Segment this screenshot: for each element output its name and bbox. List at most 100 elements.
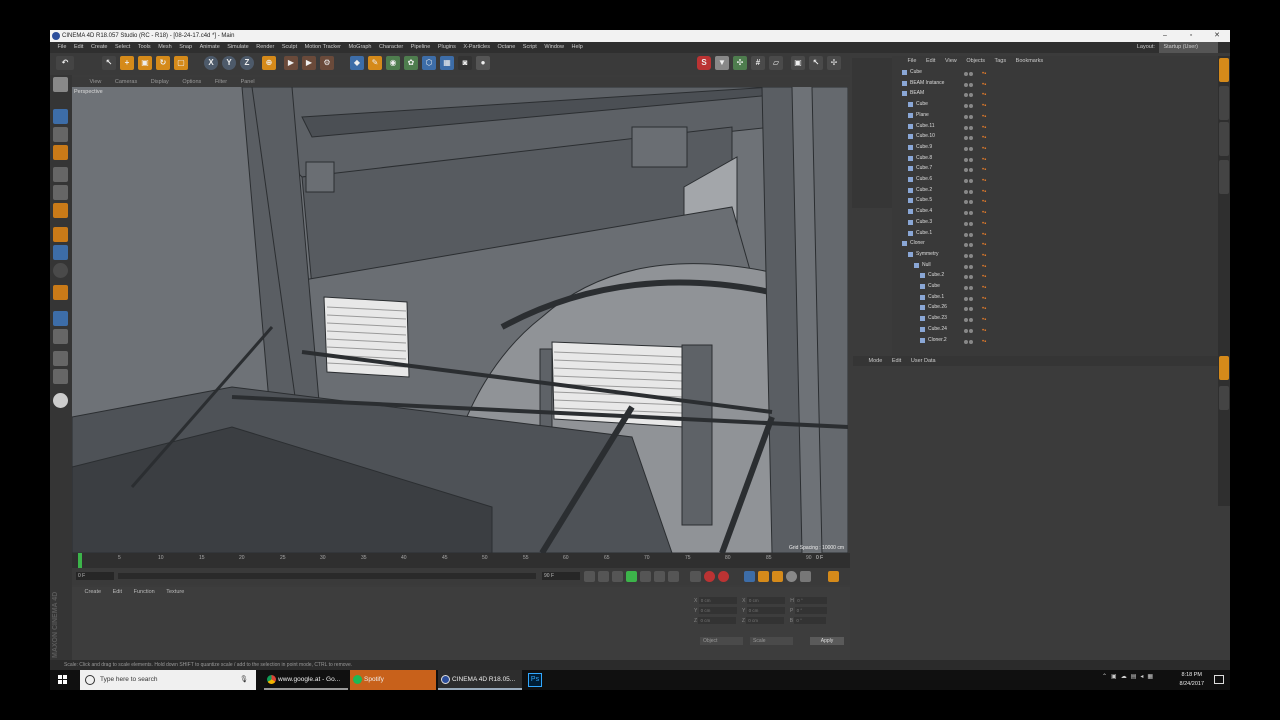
object-row[interactable]: Cube.4 •▪ [892, 206, 1220, 217]
object-row[interactable]: Cloner •▪ [892, 238, 1220, 249]
menu-octane[interactable]: Octane [495, 42, 519, 53]
menu-plugins[interactable]: Plugins [435, 42, 459, 53]
rotate-tool-icon[interactable]: ↻ [156, 56, 170, 70]
tweak-mode-icon[interactable] [53, 245, 68, 260]
playhead[interactable] [78, 553, 82, 568]
record-active-icon[interactable] [690, 571, 701, 582]
end-frame-field[interactable]: 90 F [542, 572, 580, 580]
viewport-menu-options[interactable]: Options [176, 77, 207, 87]
start-frame-field[interactable]: 0 F [76, 572, 114, 580]
windows-start-button[interactable] [50, 670, 74, 690]
tab-objects[interactable] [1219, 58, 1229, 82]
menu-character[interactable]: Character [376, 42, 406, 53]
make-editable-icon[interactable] [53, 77, 68, 92]
notification-icon[interactable] [1214, 675, 1224, 684]
rotation-b-field[interactable]: 0 ° [794, 617, 827, 625]
tool-slot[interactable] [854, 170, 890, 179]
taskbar-clock[interactable]: 8:18 PM 8/24/2017 [1180, 671, 1204, 689]
object-row[interactable]: Cube.26 •▪ [892, 302, 1220, 313]
menu-x-particles[interactable]: X-Particles [460, 42, 493, 53]
maximize-button[interactable]: ▫ [1180, 30, 1202, 42]
visibility-toggle[interactable] [964, 113, 976, 119]
attribute-menu-edit[interactable]: Edit [888, 356, 905, 366]
visibility-toggle[interactable] [964, 145, 976, 151]
object-row[interactable]: Cube •▪ [892, 67, 1220, 78]
scale-tool-icon[interactable]: ▣ [138, 56, 152, 70]
object-row[interactable]: Symmetry •▪ [892, 249, 1220, 260]
tool-slot[interactable] [854, 98, 890, 107]
go-to-start-icon[interactable] [584, 571, 595, 582]
size-x-field[interactable]: 0 cm [746, 597, 785, 605]
axis-mode-icon[interactable] [53, 227, 68, 242]
menu-animate[interactable]: Animate [197, 42, 223, 53]
system-tray-icons[interactable]: ⌃▣☁▤◂▦ [1102, 673, 1157, 680]
viewport-menu-filter[interactable]: Filter [209, 77, 233, 87]
autokey-icon[interactable] [718, 571, 729, 582]
attribute-menu-mode[interactable]: Mode [865, 356, 887, 366]
visibility-toggle[interactable] [964, 338, 976, 344]
visibility-toggle[interactable] [964, 188, 976, 194]
object-row[interactable]: BEAM •▪ [892, 88, 1220, 99]
object-menu-edit[interactable]: Edit [922, 56, 939, 66]
subdivision-icon[interactable]: ◉ [386, 56, 400, 70]
rotation-h-field[interactable]: 0 ° [795, 597, 828, 605]
object-row[interactable]: Cube.1 •▪ [892, 228, 1220, 239]
apply-button[interactable]: Apply [810, 637, 844, 645]
tool-slot[interactable] [854, 194, 890, 203]
menu-select[interactable]: Select [112, 42, 133, 53]
object-row[interactable]: Cube.9 •▪ [892, 142, 1220, 153]
object-row[interactable]: Cube.5 •▪ [892, 195, 1220, 206]
polygons-mode-icon[interactable] [53, 203, 68, 218]
taskbar-item-chrome[interactable]: www.google.at - Go... [264, 670, 348, 690]
menu-motion-tracker[interactable]: Motion Tracker [302, 42, 344, 53]
object-row[interactable]: Cube.1 •▪ [892, 292, 1220, 303]
visibility-toggle[interactable] [964, 327, 976, 333]
edges-mode-icon[interactable] [53, 185, 68, 200]
tool-slot[interactable] [854, 110, 890, 119]
taskbar-item-spotify[interactable]: Spotify [350, 670, 436, 690]
tool-slot[interactable] [854, 182, 890, 191]
gear-icon[interactable]: ✢ [827, 56, 841, 70]
snap-icon[interactable]: ✣ [733, 56, 747, 70]
tab-takes[interactable] [1219, 86, 1229, 120]
layout-dropdown[interactable]: Startup (User) [1159, 42, 1218, 53]
menu-edit[interactable]: Edit [71, 42, 86, 53]
visibility-toggle[interactable] [964, 81, 976, 87]
viewport-menu-panel[interactable]: Panel [235, 77, 261, 87]
object-tags[interactable]: •▪ [982, 337, 986, 348]
cube-primitive-icon[interactable]: ◆ [350, 56, 364, 70]
visibility-toggle[interactable] [964, 263, 976, 269]
menu-tools[interactable]: Tools [135, 42, 154, 53]
visibility-toggle[interactable] [964, 252, 976, 258]
visibility-toggle[interactable] [964, 198, 976, 205]
z-axis-lock-button[interactable]: Z [240, 56, 254, 70]
tool-slot[interactable] [854, 74, 890, 83]
taskbar-item-cinema4d[interactable]: CINEMA 4D R18.05... [438, 670, 522, 690]
timeline-ruler[interactable]: 0 5 10 15 20 25 30 35 40 45 50 55 60 65 … [72, 553, 850, 568]
solo-icon[interactable] [53, 329, 68, 344]
menu-help[interactable]: Help [568, 42, 585, 53]
visibility-toggle[interactable] [964, 124, 976, 130]
photoshop-icon[interactable]: Ps [528, 673, 542, 687]
x-axis-lock-button[interactable]: X [204, 56, 218, 70]
tool-slot[interactable] [854, 158, 890, 167]
size-mode-dropdown[interactable]: Scale [750, 637, 793, 645]
tab-structure[interactable] [1219, 160, 1229, 194]
visibility-toggle[interactable] [964, 209, 976, 216]
visibility-toggle[interactable] [964, 231, 976, 237]
rotation-p-field[interactable]: 0 ° [794, 607, 827, 615]
key-pla-icon[interactable] [800, 571, 811, 582]
visibility-toggle[interactable] [964, 295, 976, 301]
visibility-toggle[interactable] [964, 156, 976, 162]
menu-file[interactable]: File [55, 42, 70, 53]
size-z-field[interactable]: 0 cm [746, 617, 785, 625]
visibility-toggle[interactable] [964, 102, 976, 109]
locked-workplane-icon[interactable] [53, 285, 68, 300]
key-rotation-icon[interactable] [772, 571, 783, 582]
menu-create[interactable]: Create [88, 42, 111, 53]
viewport-solo-icon[interactable]: ▣ [791, 56, 805, 70]
viewport-menu-display[interactable]: Display [145, 77, 175, 87]
menu-render[interactable]: Render [253, 42, 277, 53]
object-row[interactable]: Cube.2 •▪ [892, 185, 1220, 196]
cloner-icon[interactable]: ✿ [404, 56, 418, 70]
